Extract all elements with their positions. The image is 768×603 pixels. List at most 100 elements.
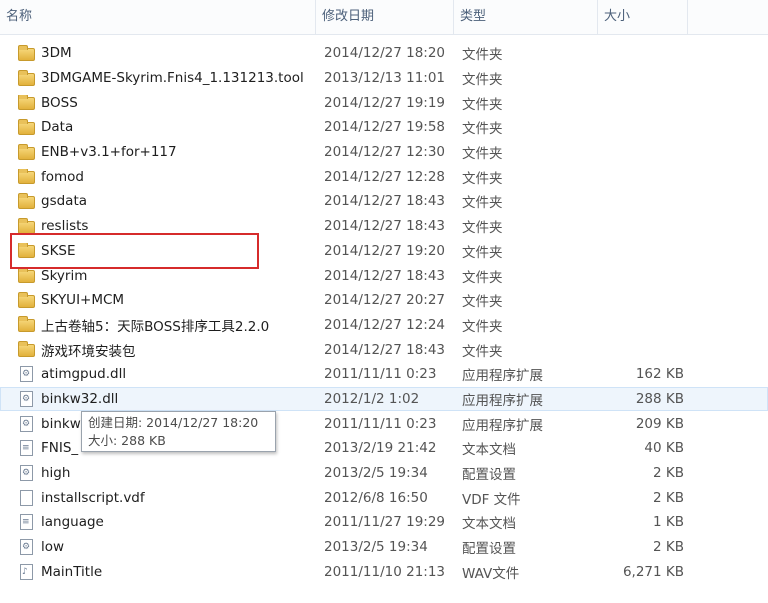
file-row[interactable]: ♪ MainTitle 2011/11/10 21:13 WAV文件 6,271 KB bbox=[0, 559, 768, 584]
file-size: 2 KB bbox=[653, 465, 684, 482]
file-name: 3DM bbox=[41, 45, 72, 62]
folder-row[interactable]: fomod 2014/12/27 12:28 文件夹 bbox=[0, 164, 768, 189]
file-name-cell: 3DMGAME-Skyrim.Fnis4_1.131213.tool bbox=[0, 70, 316, 86]
folder-icon bbox=[18, 119, 35, 135]
folder-row[interactable]: SKYUI+MCM 2014/12/27 20:27 文件夹 bbox=[0, 288, 768, 313]
file-name: gsdata bbox=[41, 193, 88, 210]
file-date: 2011/11/27 19:29 bbox=[324, 514, 446, 531]
folder-row[interactable]: Data 2014/12/27 19:58 文件夹 bbox=[0, 115, 768, 140]
file-name: 游戏环境安装包 bbox=[41, 343, 136, 360]
column-header-bar: 名称 修改日期 类型 大小 bbox=[0, 0, 768, 35]
file-date: 2013/2/5 19:34 bbox=[324, 465, 428, 482]
file-type: 文件夹 bbox=[462, 343, 503, 360]
folder-row[interactable]: 上古卷轴5：天际BOSS排序工具2.2.0 2014/12/27 12:24 文件夹 bbox=[0, 313, 768, 338]
file-name-cell: ⚙ atimgpud.dll bbox=[0, 366, 316, 383]
folder-icon bbox=[18, 168, 35, 185]
file-type: 文件夹 bbox=[462, 121, 503, 138]
file-name-cell: ENB+v3.1+for+117 bbox=[0, 144, 316, 160]
folder-icon bbox=[18, 292, 35, 308]
file-date: 2014/12/27 18:43 bbox=[324, 218, 446, 235]
file-name: reslists bbox=[41, 218, 89, 235]
file-row[interactable]: ⚙ atimgpud.dll 2011/11/11 0:23 应用程序扩展 162 KB bbox=[0, 362, 768, 387]
file-name: BOSS bbox=[41, 94, 78, 111]
column-header-type[interactable]: 类型 bbox=[454, 0, 598, 34]
column-header-date[interactable]: 修改日期 bbox=[316, 0, 454, 34]
column-header-name[interactable]: 名称 bbox=[0, 0, 316, 34]
file-date: 2011/11/11 0:23 bbox=[324, 415, 437, 432]
file-size: 288 KB bbox=[635, 390, 684, 407]
file-date: 2012/1/2 1:02 bbox=[324, 390, 420, 407]
file-type: 文件夹 bbox=[462, 220, 503, 237]
dll-icon: ⚙ bbox=[20, 415, 33, 432]
file-name-cell: ⚙ high bbox=[0, 465, 316, 482]
file-name: Data bbox=[41, 119, 74, 136]
file-date: 2014/12/27 19:20 bbox=[324, 242, 446, 259]
file-row[interactable]: installscript.vdf 2012/6/8 16:50 VDF 文件 2 K… bbox=[0, 485, 768, 510]
file-name-cell: ≡ language bbox=[0, 514, 316, 531]
file-tooltip: 创建日期: 2014/12/27 18:20 大小: 288 KB bbox=[81, 411, 276, 452]
folder-row[interactable]: 3DMGAME-Skyrim.Fnis4_1.131213.tool 2013/1… bbox=[0, 66, 768, 91]
file-size: 1 KB bbox=[653, 514, 684, 531]
file-type: 文本文档 bbox=[462, 516, 516, 533]
file-name: 上古卷轴5：天际BOSS排序工具2.2.0 bbox=[41, 318, 270, 335]
folder-icon bbox=[18, 144, 35, 160]
dll-icon: ⚙ bbox=[20, 366, 33, 383]
folder-row[interactable]: gsdata 2014/12/27 18:43 文件夹 bbox=[0, 189, 768, 214]
file-type: 文件夹 bbox=[462, 294, 503, 311]
file-type: 文件夹 bbox=[462, 195, 503, 212]
file-row[interactable]: ⚙ high 2013/2/5 19:34 配置设置 2 KB bbox=[0, 461, 768, 486]
file-name-cell: Skyrim bbox=[0, 267, 316, 284]
file-type: 应用程序扩展 bbox=[462, 368, 543, 385]
column-header-size[interactable]: 大小 bbox=[598, 0, 688, 34]
file-row[interactable]: ⚙ binkw32.dll 2012/1/2 1:02 应用程序扩展 288 KB bbox=[0, 386, 768, 412]
folder-row[interactable]: 游戏环境安装包 2014/12/27 18:43 文件夹 bbox=[0, 337, 768, 362]
folder-row[interactable]: BOSS 2014/12/27 19:19 文件夹 bbox=[0, 90, 768, 115]
file-type: 配置设置 bbox=[462, 541, 516, 558]
file-name-cell: gsdata bbox=[0, 193, 316, 209]
file-date: 2013/2/19 21:42 bbox=[324, 440, 437, 457]
file-date: 2014/12/27 12:28 bbox=[324, 168, 446, 185]
file-type: 应用程序扩展 bbox=[462, 417, 543, 434]
file-name: atimgpud.dll bbox=[41, 366, 127, 383]
folder-icon bbox=[18, 94, 35, 111]
text-file-icon: ≡ bbox=[20, 514, 33, 531]
tooltip-size: 大小: 288 KB bbox=[88, 433, 166, 448]
file-name: language bbox=[41, 514, 104, 531]
file-name-cell: ♪ MainTitle bbox=[0, 563, 316, 580]
file-date: 2013/2/5 19:34 bbox=[324, 539, 428, 556]
skse-highlight-box bbox=[10, 233, 259, 269]
file-size: 2 KB bbox=[653, 489, 684, 506]
file-type: 文件夹 bbox=[462, 72, 503, 89]
file-type: 文件夹 bbox=[462, 47, 503, 64]
file-name-cell: SKYUI+MCM bbox=[0, 292, 316, 308]
file-date: 2014/12/27 12:30 bbox=[324, 144, 446, 161]
file-row[interactable]: ≡ language 2011/11/27 19:29 文本文档 1 KB bbox=[0, 510, 768, 535]
file-date: 2014/12/27 18:43 bbox=[324, 341, 446, 358]
file-name: binkw32.dll bbox=[41, 390, 119, 407]
file-name-cell: fomod bbox=[0, 168, 316, 185]
folder-row[interactable]: 3DM 2014/12/27 18:20 文件夹 bbox=[0, 41, 768, 66]
text-file-icon: ≡ bbox=[20, 440, 33, 457]
file-type: 配置设置 bbox=[462, 467, 516, 484]
file-date: 2014/12/27 12:24 bbox=[324, 316, 446, 333]
folder-row[interactable]: ENB+v3.1+for+117 2014/12/27 12:30 文件夹 bbox=[0, 140, 768, 165]
file-type: VDF 文件 bbox=[462, 491, 521, 508]
folder-icon bbox=[18, 267, 35, 284]
file-name-cell: installscript.vdf bbox=[0, 489, 316, 506]
audio-file-icon: ♪ bbox=[20, 563, 33, 580]
file-type: 文件夹 bbox=[462, 96, 503, 113]
file-date: 2014/12/27 19:58 bbox=[324, 119, 446, 136]
file-name-cell: 上古卷轴5：天际BOSS排序工具2.2.0 bbox=[0, 315, 316, 335]
file-row[interactable]: ⚙ low 2013/2/5 19:34 配置设置 2 KB bbox=[0, 535, 768, 560]
tooltip-created-date: 创建日期: 2014/12/27 18:20 bbox=[88, 415, 259, 430]
file-size: 162 KB bbox=[635, 366, 684, 383]
file-name-cell: BOSS bbox=[0, 94, 316, 111]
file-date: 2014/12/27 20:27 bbox=[324, 292, 446, 309]
file-size: 40 KB bbox=[644, 440, 684, 457]
file-type: 文件夹 bbox=[462, 244, 503, 261]
file-date: 2014/12/27 18:43 bbox=[324, 267, 446, 284]
file-name: fomod bbox=[41, 168, 84, 185]
file-name: high bbox=[41, 465, 71, 482]
file-name-cell: 3DM bbox=[0, 45, 316, 61]
file-type: 文件夹 bbox=[462, 170, 503, 187]
